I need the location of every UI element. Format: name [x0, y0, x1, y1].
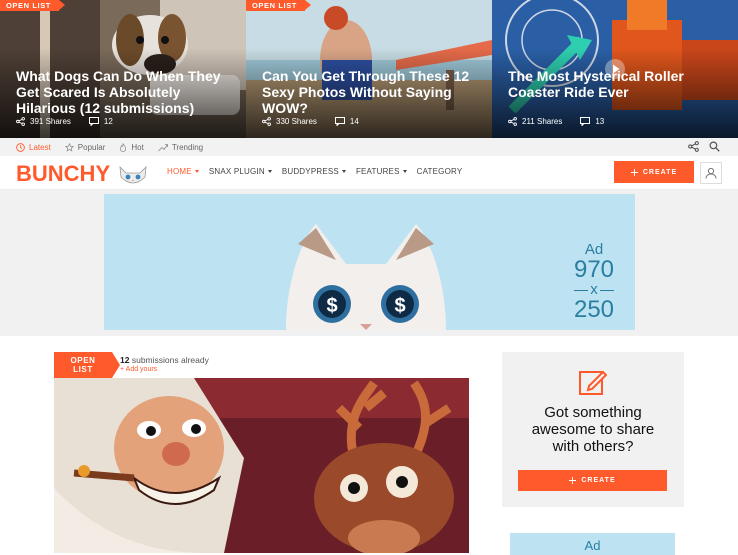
comment-count: 13 — [595, 117, 605, 126]
search-icon[interactable] — [709, 141, 720, 152]
comment-count: 14 — [349, 117, 359, 126]
svg-text:$: $ — [326, 295, 337, 317]
share-icon — [508, 117, 517, 126]
santa-reindeer-illustration — [54, 378, 469, 553]
comment-icon — [580, 117, 591, 126]
sort-bar: Latest Popular Hot Trending — [0, 138, 738, 156]
add-yours-link[interactable]: + Add yours — [120, 366, 157, 373]
sort-hot[interactable]: Hot — [119, 142, 144, 152]
share-icon — [262, 117, 271, 126]
plus-icon — [630, 168, 638, 176]
comment-icon — [334, 117, 345, 126]
leaderboard-ad[interactable]: $ $ Ad 970 x 250 — [104, 194, 635, 330]
star-icon — [64, 142, 74, 152]
featured-title[interactable]: What Dogs Can Do When They Get Scared Is… — [16, 68, 234, 116]
menu-category[interactable]: CATEGORY — [417, 167, 463, 176]
post-featured-image[interactable] — [54, 378, 469, 553]
plus-icon — [569, 477, 577, 484]
site-logo[interactable]: BUNCHY — [16, 161, 147, 187]
svg-text:$: $ — [394, 295, 405, 317]
featured-title[interactable]: Can You Get Through These 12 Sexy Photos… — [262, 68, 480, 116]
sort-trending[interactable]: Trending — [158, 143, 203, 152]
user-menu-button[interactable] — [700, 162, 722, 184]
pencil-icon — [579, 370, 607, 395]
open-list-badge: OPEN LIST — [0, 0, 65, 11]
featured-card-coaster[interactable]: The Most Hysterical Roller Coaster Ride … — [492, 0, 738, 138]
create-button[interactable]: CREATE — [518, 470, 667, 491]
featured-card-photos[interactable]: OPEN LIST Can You Get Through These 12 S… — [246, 0, 492, 138]
featured-card-dogs[interactable]: OPEN LIST What Dogs Can Do When They Get… — [0, 0, 246, 138]
comment-icon — [88, 117, 99, 126]
main-header: BUNCHY HOME SNAX PLUGIN BUDDYPRESS FEATU… — [0, 156, 738, 190]
sort-popular[interactable]: Popular — [64, 142, 105, 152]
menu-buddypress[interactable]: BUDDYPRESS — [282, 167, 346, 176]
featured-meta: 211 Shares 13 — [508, 117, 604, 126]
flame-icon — [120, 142, 127, 152]
sidebar-ad[interactable]: Ad — [510, 533, 675, 555]
open-list-badge: OPEN LIST — [54, 352, 120, 378]
menu-snax-plugin[interactable]: SNAX PLUGIN — [209, 167, 272, 176]
ad-band: $ $ Ad 970 x 250 — [0, 190, 738, 336]
create-button[interactable]: CREATE — [614, 161, 694, 183]
featured-strip: OPEN LIST What Dogs Can Do When They Get… — [0, 0, 738, 138]
share-icon[interactable] — [688, 141, 699, 152]
featured-title[interactable]: The Most Hysterical Roller Coaster Ride … — [508, 68, 726, 100]
submission-count: 12 submissions already — [120, 355, 209, 365]
open-list-badge: OPEN LIST — [246, 0, 311, 11]
featured-meta: 391 Shares 12 — [16, 117, 113, 126]
menu-features[interactable]: FEATURES — [356, 167, 407, 176]
ad-size-label: Ad 970 x 250 — [573, 241, 615, 323]
clock-icon — [16, 142, 25, 152]
trend-icon — [158, 143, 168, 151]
promo-title: Got something awesome to share with othe… — [531, 404, 655, 455]
cat-logo-icon — [119, 165, 147, 184]
cat-ad-image: $ $ — [286, 224, 446, 330]
share-icon — [16, 117, 25, 126]
menu-home[interactable]: HOME — [167, 167, 199, 176]
user-icon — [705, 167, 717, 179]
primary-menu: HOME SNAX PLUGIN BUDDYPRESS FEATURES CAT… — [167, 167, 462, 176]
share-count: 330 Shares — [276, 117, 317, 126]
share-count: 391 Shares — [30, 117, 71, 126]
sort-latest[interactable]: Latest — [16, 143, 51, 152]
share-count: 211 Shares — [522, 117, 563, 126]
create-promo-card: Got something awesome to share with othe… — [502, 352, 684, 507]
featured-meta: 330 Shares 14 — [262, 117, 359, 126]
comment-count: 12 — [103, 117, 113, 126]
